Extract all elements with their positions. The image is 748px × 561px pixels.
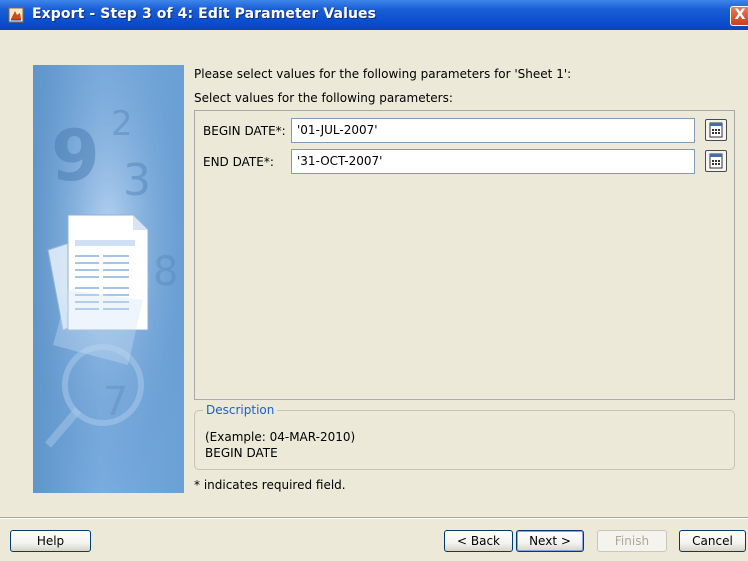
finish-button[interactable]: Finish [597, 530, 667, 552]
cancel-button[interactable]: Cancel [679, 530, 746, 552]
wizard-illustration-graphic: 9 2 3 8 7 [33, 65, 184, 493]
end-date-calendar-button[interactable] [705, 150, 727, 172]
description-group: Description (Example: 04-MAR-2010) BEGIN… [194, 403, 735, 470]
description-example: (Example: 04-MAR-2010) [205, 430, 356, 444]
export-wizard-icon [8, 7, 24, 23]
svg-text:2: 2 [111, 104, 133, 144]
help-button[interactable]: Help [10, 530, 91, 552]
end-date-label: END DATE*: [203, 155, 274, 169]
footer-separator [0, 517, 748, 519]
svg-text:9: 9 [51, 115, 100, 197]
close-icon: X [734, 7, 746, 23]
subintro-text: Select values for the following paramete… [194, 91, 453, 105]
description-parameter-name: BEGIN DATE [205, 446, 278, 460]
back-button[interactable]: < Back [444, 530, 513, 552]
begin-date-calendar-button[interactable] [705, 119, 727, 141]
parameter-panel: BEGIN DATE*: '01-JUL-2007' END DATE*: '3… [194, 110, 735, 400]
svg-text:8: 8 [153, 249, 178, 295]
description-legend: Description [203, 403, 278, 417]
wizard-side-illustration: 9 2 3 8 7 [33, 65, 184, 493]
next-button[interactable]: Next > [516, 530, 584, 552]
begin-date-field[interactable]: '01-JUL-2007' [291, 118, 695, 143]
window-title: Export - Step 3 of 4: Edit Parameter Val… [32, 6, 377, 22]
begin-date-label: BEGIN DATE*: [203, 124, 286, 138]
close-button[interactable]: X [730, 6, 748, 26]
calendar-icon [709, 122, 723, 138]
required-field-note: * indicates required field. [194, 478, 346, 492]
calendar-icon [709, 153, 723, 169]
title-bar: Export - Step 3 of 4: Edit Parameter Val… [0, 0, 748, 30]
svg-text:3: 3 [123, 155, 151, 206]
end-date-field[interactable]: '31-OCT-2007' [291, 149, 695, 174]
intro-text: Please select values for the following p… [194, 67, 572, 81]
